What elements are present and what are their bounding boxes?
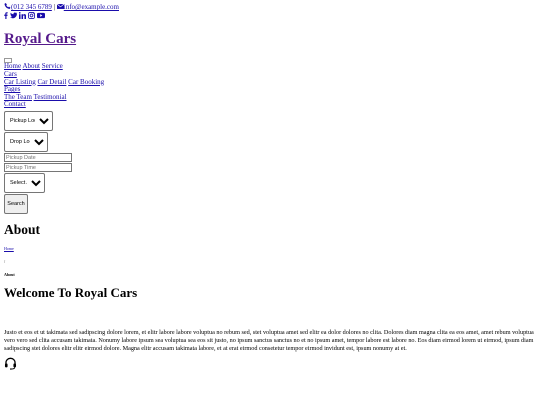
pickup-time-input[interactable]: [4, 163, 72, 173]
search-form: Pickup Location Drop Location Select A C…: [4, 111, 536, 215]
nav-car-detail[interactable]: Car Detail: [37, 78, 66, 86]
nav-about[interactable]: About: [22, 62, 40, 71]
phone-icon: [4, 3, 11, 11]
envelope-icon: [56, 3, 64, 11]
social-links: [4, 12, 536, 21]
topbar-divider: |: [53, 3, 55, 11]
about-paragraph: Justo et eos et ut takimata sed sadipsci…: [4, 329, 534, 352]
twitter-icon[interactable]: [10, 12, 17, 21]
brand-link[interactable]: Royal Cars: [4, 31, 76, 47]
nav-contact[interactable]: Contact: [4, 100, 26, 109]
linkedin-icon[interactable]: [18, 12, 26, 21]
select-car-select[interactable]: Select A Car: [4, 173, 45, 194]
headset-icon: [4, 357, 17, 370]
nav-testimonial[interactable]: Testimonial: [34, 93, 67, 101]
phone-link[interactable]: (012 345 6789: [11, 3, 52, 11]
breadcrumb-current: About: [4, 271, 15, 277]
email-link[interactable]: info@example.com: [64, 3, 119, 11]
instagram-icon[interactable]: [28, 12, 36, 21]
about-heading: Welcome To Royal Cars: [4, 285, 138, 301]
brand-logo: Royal Cars: [4, 31, 536, 48]
youtube-icon[interactable]: [37, 12, 45, 21]
topbar: (012 345 6789 | info@example.com: [4, 3, 536, 11]
drop-location-select[interactable]: Drop Location: [4, 132, 48, 153]
main-nav: Home About Service Cars Car Listing Car …: [4, 63, 536, 109]
facebook-icon[interactable]: [4, 12, 8, 21]
page-title: About: [4, 222, 41, 238]
nav-service[interactable]: Service: [42, 62, 63, 71]
pickup-location-select[interactable]: Pickup Location: [4, 111, 53, 132]
nav-car-booking[interactable]: Car Booking: [68, 78, 104, 86]
search-button[interactable]: Search: [4, 194, 28, 215]
breadcrumb: Home: [4, 246, 536, 252]
breadcrumb-home-link[interactable]: Home: [4, 246, 14, 251]
pickup-date-input[interactable]: [4, 153, 72, 163]
breadcrumb-separator: /: [4, 259, 6, 265]
